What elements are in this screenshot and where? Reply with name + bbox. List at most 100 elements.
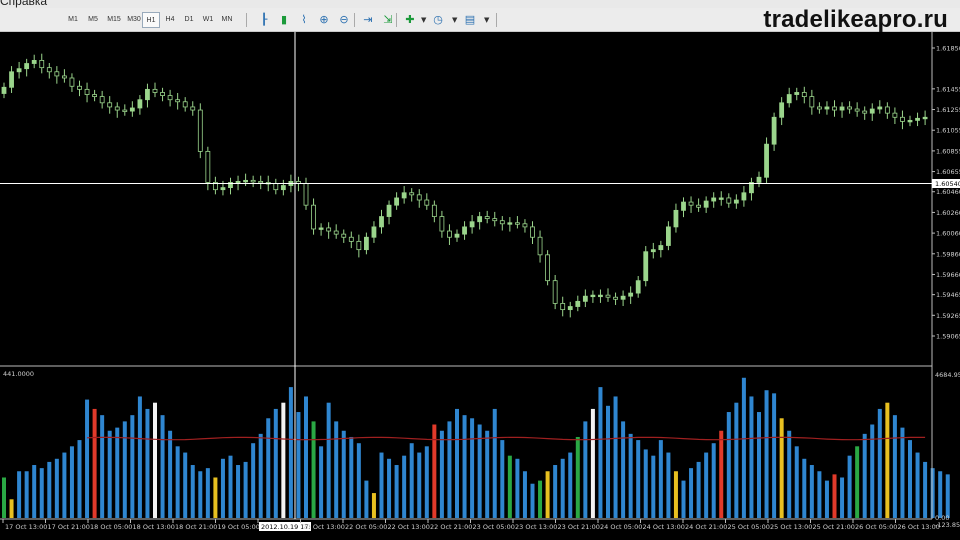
timeframe-h4-button[interactable]: H4 bbox=[161, 12, 179, 28]
candle-body bbox=[650, 249, 656, 253]
candle-body bbox=[107, 102, 113, 108]
zoom-out-icon[interactable]: ⊖ bbox=[336, 12, 352, 28]
volume-bar bbox=[62, 452, 67, 518]
autoscroll-icon[interactable]: ⇲ bbox=[380, 12, 396, 28]
volume-panel-min-label: -123.85 bbox=[935, 521, 960, 529]
candle-body bbox=[824, 106, 830, 110]
candle-body bbox=[356, 240, 362, 251]
candle-body bbox=[635, 280, 641, 294]
volume-bar bbox=[538, 480, 543, 518]
volume-bar bbox=[862, 433, 867, 518]
volume-bar bbox=[137, 396, 142, 518]
zoom-in-icon[interactable]: ⊕ bbox=[316, 12, 332, 28]
volume-bar bbox=[530, 483, 535, 518]
volume-bar bbox=[356, 443, 361, 518]
candle-body bbox=[590, 294, 596, 298]
volume-bar bbox=[575, 436, 580, 518]
price-tick-label: 1.60855 bbox=[936, 147, 960, 155]
volume-bar bbox=[840, 477, 845, 518]
volume-bar bbox=[455, 408, 459, 518]
periods-dropdown-icon[interactable]: ▼ bbox=[452, 12, 457, 28]
volume-bar bbox=[500, 440, 505, 518]
volume-bar bbox=[100, 415, 105, 518]
candle-body bbox=[658, 245, 664, 251]
volume-bar bbox=[304, 396, 308, 518]
time-tick-label: 22 Oct 05:00 bbox=[345, 523, 387, 531]
candle-body bbox=[681, 201, 686, 211]
candle-body bbox=[545, 254, 550, 282]
time-tick-label: 17 Oct 13:00 bbox=[5, 523, 47, 531]
candle-body bbox=[409, 192, 415, 196]
volume-bar bbox=[85, 399, 90, 518]
volume-bar bbox=[809, 465, 814, 518]
candle-body bbox=[24, 63, 30, 70]
periods-icon[interactable]: ◷ bbox=[430, 12, 446, 28]
candle-body bbox=[575, 300, 581, 307]
price-tick-label: 1.59465 bbox=[936, 291, 960, 299]
chart-shift-icon[interactable]: ⇥ bbox=[360, 12, 376, 28]
candle-body bbox=[152, 88, 158, 93]
price-tick-label: 1.60460 bbox=[936, 188, 960, 196]
volume-bar bbox=[371, 493, 376, 518]
timeframe-m30-button[interactable]: M30 bbox=[124, 12, 144, 28]
timeframe-m15-button[interactable]: M15 bbox=[104, 12, 124, 28]
volume-bar bbox=[107, 430, 112, 518]
timeframe-w1-button[interactable]: W1 bbox=[199, 12, 217, 28]
site-watermark: tradelikeapro.ru bbox=[763, 6, 948, 33]
volume-bar bbox=[198, 471, 203, 518]
templates-dropdown-icon[interactable]: ▼ bbox=[484, 12, 489, 28]
price-chart-area[interactable]: 1.61850 1.61455 1.61255 1.61055 1.60855 1.606… bbox=[0, 32, 960, 540]
time-tick-label: 25 Oct 05:00 bbox=[728, 523, 770, 531]
price-tick-label: 1.61055 bbox=[936, 127, 960, 135]
candle-body bbox=[862, 110, 868, 114]
menu-help[interactable]: Справка bbox=[0, 0, 47, 8]
candle-body bbox=[733, 199, 739, 204]
volume-bar bbox=[379, 452, 384, 518]
volume-bar bbox=[628, 433, 633, 518]
volume-panel-left-label: 441.0000 bbox=[3, 370, 34, 378]
timeframe-mn-button[interactable]: MN bbox=[218, 12, 236, 28]
candle-body bbox=[447, 230, 452, 238]
price-tick-label: 1.59860 bbox=[936, 250, 960, 258]
volume-bar bbox=[832, 474, 837, 518]
timeframe-d1-button[interactable]: D1 bbox=[180, 12, 198, 28]
toolbar-separator bbox=[396, 13, 397, 27]
volume-bar bbox=[485, 430, 490, 518]
indicators-icon[interactable]: ✚ bbox=[402, 12, 418, 28]
timeframe-m1-button[interactable]: M1 bbox=[64, 12, 82, 28]
line-chart-icon[interactable]: ⌇ bbox=[296, 12, 312, 28]
volume-bar bbox=[122, 421, 127, 518]
volume-bar bbox=[273, 408, 278, 518]
candle-body bbox=[884, 106, 890, 114]
price-tick-label: 1.59265 bbox=[936, 312, 960, 320]
volume-bar bbox=[507, 455, 512, 518]
volume-bar bbox=[492, 408, 497, 518]
candle-body bbox=[39, 60, 45, 69]
volume-bar bbox=[190, 465, 195, 518]
candle-body bbox=[46, 67, 52, 73]
candle-body bbox=[839, 106, 845, 111]
candle-body bbox=[416, 194, 422, 201]
volume-bar bbox=[145, 408, 150, 518]
volume-bar bbox=[673, 471, 678, 518]
candle-body bbox=[318, 227, 324, 230]
bar-chart-icon[interactable]: ┠ bbox=[256, 12, 272, 28]
candle-body bbox=[794, 92, 800, 95]
candle-body bbox=[598, 294, 603, 298]
templates-icon[interactable]: ▤ bbox=[462, 12, 478, 28]
candle-body bbox=[129, 107, 135, 112]
indicators-dropdown-icon[interactable]: ▼ bbox=[421, 12, 426, 28]
timeframe-h1-button[interactable]: H1 bbox=[142, 12, 160, 28]
time-tick-label: 24 Oct 13:00 bbox=[643, 523, 685, 531]
volume-bar bbox=[69, 446, 74, 518]
volume-bar bbox=[741, 377, 746, 518]
volume-bar bbox=[296, 412, 301, 518]
volume-bar bbox=[92, 408, 97, 518]
volume-bar bbox=[757, 412, 761, 518]
candle-body bbox=[530, 226, 535, 238]
chart-canvas[interactable]: 1.61850 1.61455 1.61255 1.61055 1.60855 1.606… bbox=[0, 32, 960, 540]
timeframe-m5-button[interactable]: M5 bbox=[84, 12, 102, 28]
candle-body bbox=[741, 192, 747, 201]
candlestick-chart-icon[interactable]: ▮ bbox=[276, 12, 292, 28]
volume-bar bbox=[258, 433, 263, 518]
